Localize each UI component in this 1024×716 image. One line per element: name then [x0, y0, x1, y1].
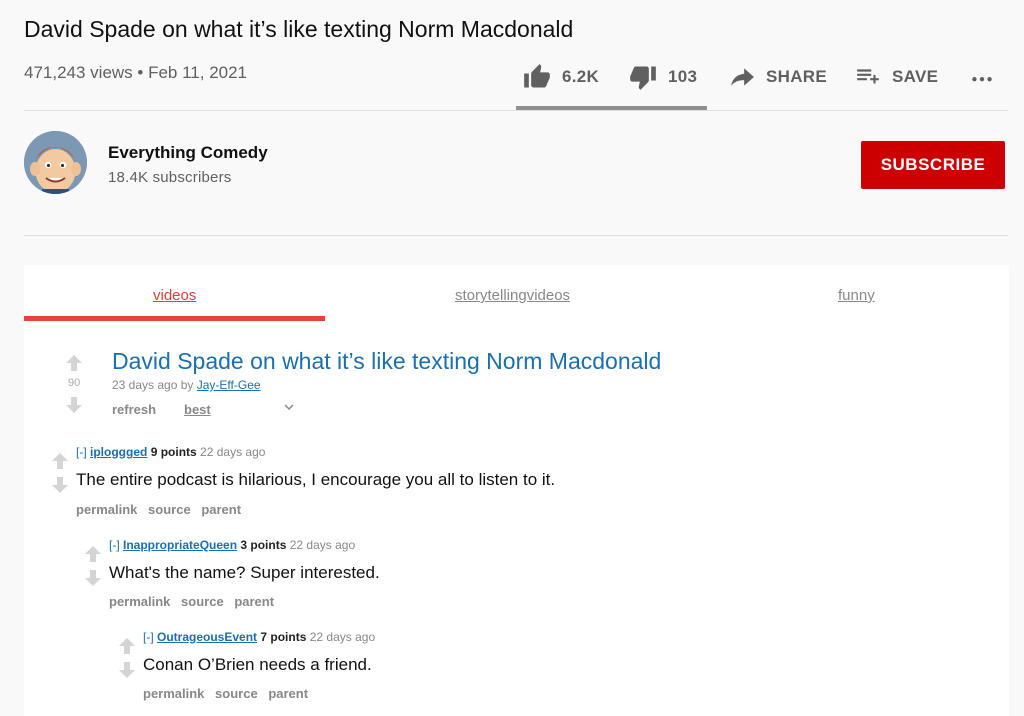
comment-meta: [-] OutrageousEvent 7 points 22 days ago [143, 630, 375, 644]
comment-age: 22 days ago [200, 445, 266, 459]
comment-author-link[interactable]: OutrageousEvent [157, 630, 257, 644]
comment-author-link[interactable]: iploggged [90, 445, 147, 459]
upvote-arrow-icon[interactable] [65, 354, 83, 372]
comment-links: permalink source parent [109, 594, 281, 609]
sort-row: refresh best [112, 402, 294, 417]
dislike-count: 103 [668, 67, 698, 86]
downvote-arrow-icon[interactable] [84, 569, 102, 587]
channel-name[interactable]: Everything Comedy [108, 143, 268, 163]
like-count: 6.2K [562, 67, 600, 86]
more-horizontal-icon [968, 64, 996, 90]
channel-avatar[interactable] [24, 131, 87, 194]
like-button[interactable]: 6.2K [522, 56, 599, 98]
comment-meta: [-] iploggged 9 points 22 days ago [76, 445, 265, 459]
comment-links: permalink source parent [143, 686, 315, 701]
active-tab-indicator [24, 316, 325, 321]
collapse-toggle[interactable]: [-] [109, 538, 120, 552]
comment-points: 9 points [150, 445, 197, 459]
comment-author-link[interactable]: InappropriateQueen [123, 538, 237, 552]
parent-link[interactable]: parent [201, 502, 241, 517]
refresh-link[interactable]: refresh [112, 402, 156, 417]
video-view-count-date: 471,243 views • Feb 11, 2021 [24, 63, 248, 82]
more-actions-button[interactable] [968, 56, 996, 98]
thumbs-down-icon [628, 63, 658, 91]
video-actions-bar: 6.2K 103 SHARE SAVE [516, 56, 1008, 98]
post-title-link[interactable]: David Spade on what it’s like texting No… [112, 348, 661, 375]
comment-body: Conan O’Brien needs a friend. [143, 655, 372, 674]
collapse-toggle[interactable]: [-] [143, 630, 154, 644]
playlist-add-icon [854, 64, 882, 90]
subscribe-button[interactable]: SUBSCRIBE [861, 141, 1005, 189]
post-meta: 23 days ago by Jay-Eff-Gee [112, 378, 261, 392]
upvote-arrow-icon[interactable] [51, 452, 69, 470]
share-arrow-icon [728, 64, 756, 90]
comment-points: 3 points [240, 538, 287, 552]
comment-links: permalink source parent [76, 502, 248, 517]
permalink-link[interactable]: permalink [109, 594, 170, 609]
upvote-arrow-icon[interactable] [84, 545, 102, 563]
downvote-arrow-icon[interactable] [118, 661, 136, 679]
comment-body: The entire podcast is hilarious, I encou… [76, 470, 556, 489]
parent-link[interactable]: parent [234, 594, 274, 609]
comment-body: What's the name? Super interested. [109, 563, 380, 582]
divider [24, 235, 1008, 236]
tab-videos[interactable]: videos [153, 287, 196, 304]
source-link[interactable]: source [148, 502, 191, 517]
video-title: David Spade on what it’s like texting No… [24, 16, 574, 42]
share-label: SHARE [766, 67, 828, 86]
reddit-comments-panel: videos storytellingvideos funny 90 David… [24, 265, 1009, 716]
source-link[interactable]: source [215, 686, 258, 701]
downvote-arrow-icon[interactable] [65, 396, 83, 414]
sort-select[interactable]: best [184, 402, 211, 417]
share-button[interactable]: SHARE [728, 56, 827, 98]
permalink-link[interactable]: permalink [76, 502, 137, 517]
collapse-toggle[interactable]: [-] [76, 445, 87, 459]
post-score: 90 [68, 377, 81, 389]
permalink-link[interactable]: permalink [143, 686, 204, 701]
save-label: SAVE [892, 67, 939, 86]
tab-funny[interactable]: funny [838, 287, 875, 304]
parent-link[interactable]: parent [268, 686, 308, 701]
upvote-arrow-icon[interactable] [118, 637, 136, 655]
thumbs-up-icon [522, 63, 552, 91]
dislike-button[interactable]: 103 [628, 56, 697, 98]
downvote-arrow-icon[interactable] [51, 476, 69, 494]
comment-age: 22 days ago [309, 630, 376, 644]
tab-storytellingvideos[interactable]: storytellingvideos [455, 287, 570, 304]
post-age: 23 days ago by [112, 378, 194, 392]
save-button[interactable]: SAVE [854, 56, 938, 98]
post-author-link[interactable]: Jay-Eff-Gee [197, 378, 261, 392]
comment-age: 22 days ago [289, 538, 356, 552]
source-link[interactable]: source [181, 594, 224, 609]
comment-points: 7 points [260, 630, 307, 644]
subscriber-count: 18.4K subscribers [108, 169, 232, 186]
chevron-down-icon[interactable] [282, 400, 296, 417]
divider [24, 110, 1008, 111]
comment-meta: [-] InappropriateQueen 3 points 22 days … [109, 538, 355, 552]
